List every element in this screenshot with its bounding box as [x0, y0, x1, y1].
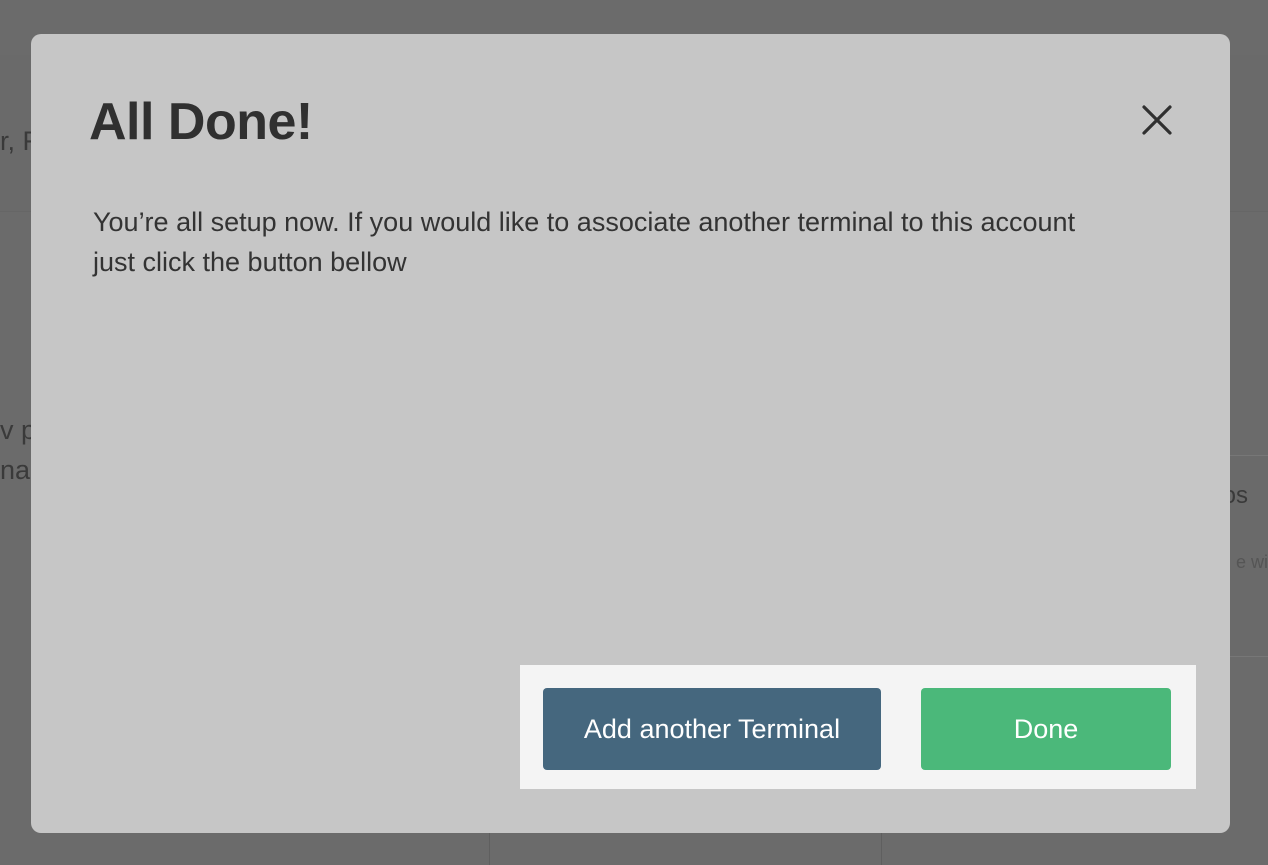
- modal-title: All Done!: [89, 93, 313, 151]
- close-icon: [1142, 105, 1172, 135]
- background-card-subtitle: e wi: [1235, 552, 1268, 572]
- done-button[interactable]: Done: [921, 688, 1171, 770]
- background-text: na: [0, 455, 31, 485]
- add-another-terminal-button[interactable]: Add another Terminal: [543, 688, 881, 770]
- background-paragraph: v p na: [0, 410, 34, 490]
- background-text: v p: [0, 415, 34, 445]
- modal-message: You’re all setup now. If you would like …: [93, 207, 1076, 277]
- modal-button-panel: Add another Terminal Done: [520, 665, 1196, 789]
- all-done-modal: All Done! You’re all setup now. If you w…: [31, 34, 1230, 833]
- close-button[interactable]: [1139, 102, 1175, 138]
- background-text: r, F: [0, 126, 34, 156]
- background-divider: [489, 833, 490, 865]
- background-divider: [881, 833, 882, 865]
